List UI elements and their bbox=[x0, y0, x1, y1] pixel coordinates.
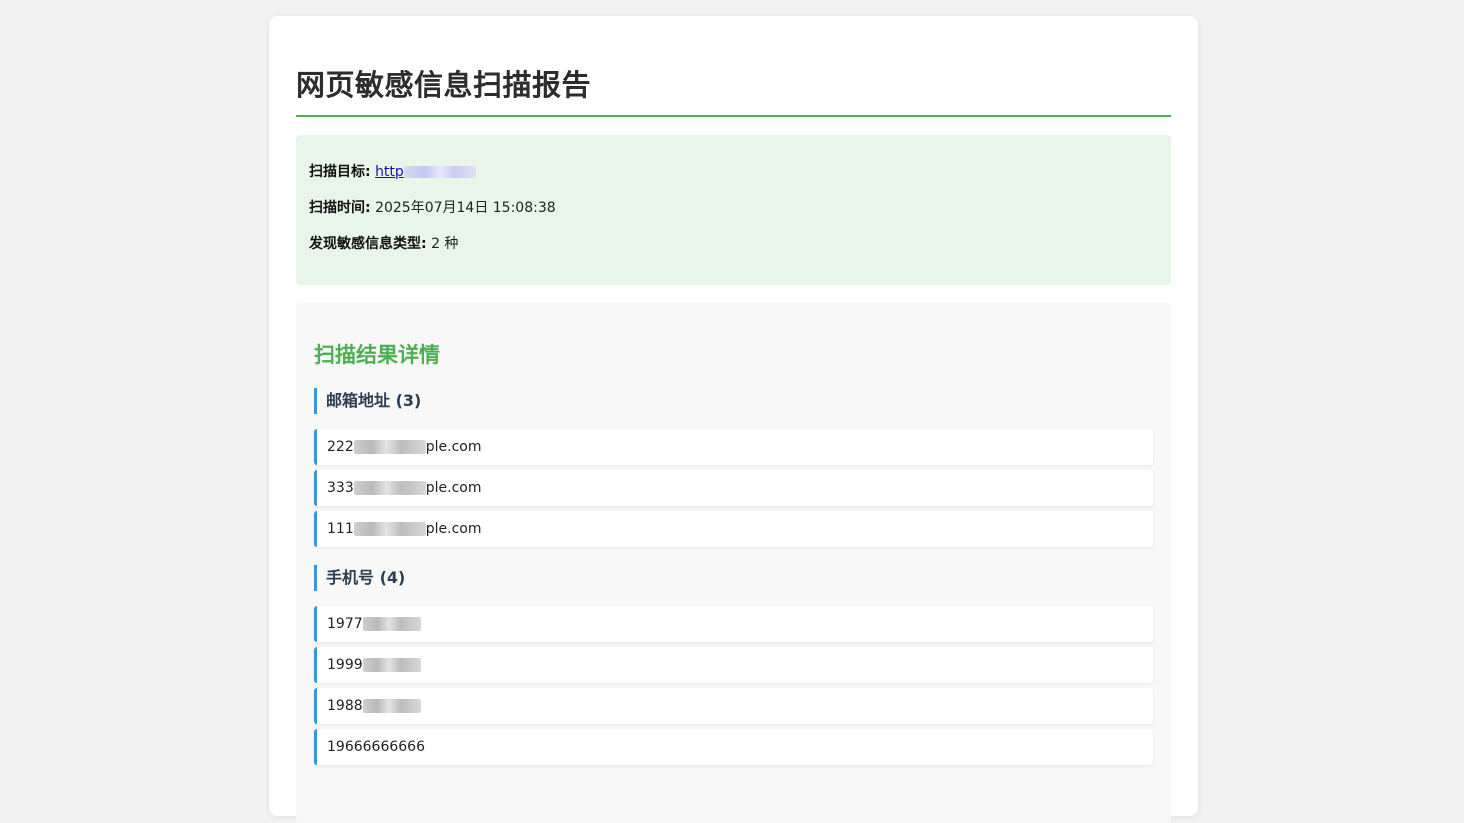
report-card: 网页敏感信息扫描报告 扫描目标: http 扫描时间: 2025年07月14日 … bbox=[269, 16, 1198, 823]
details-title: 扫描结果详情 bbox=[314, 343, 440, 367]
item-suffix: ple.com bbox=[425, 439, 482, 455]
list-item: 19666666666 bbox=[314, 729, 1153, 765]
redacted-block bbox=[362, 658, 421, 672]
summary-time-row: 扫描时间: 2025年07月14日 15:08:38 bbox=[309, 197, 1158, 233]
item-prefix: 19666666666 bbox=[327, 739, 425, 755]
item-suffix: ple.com bbox=[425, 480, 482, 496]
list-item: 1977 bbox=[314, 606, 1153, 642]
time-label: 扫描时间: bbox=[309, 200, 371, 216]
category-phone: 手机号 (4) bbox=[314, 565, 1153, 591]
item-prefix: 333 bbox=[327, 480, 354, 496]
item-suffix: ple.com bbox=[425, 521, 482, 537]
item-prefix: 111 bbox=[327, 521, 354, 537]
list-item: 222 ple.com bbox=[314, 429, 1153, 465]
types-label: 发现敏感信息类型: bbox=[309, 236, 427, 252]
email-list: 222 ple.com 333 ple.com 111 ple.com bbox=[314, 429, 1153, 547]
scan-details: 扫描结果详情 邮箱地址 (3) 222 ple.com 333 ple.com 11… bbox=[296, 303, 1171, 823]
redacted-block bbox=[353, 440, 426, 454]
category-email: 邮箱地址 (3) bbox=[314, 388, 1153, 414]
phone-list: 1977 1999 1988 19666666666 bbox=[314, 606, 1153, 765]
redacted-url-block bbox=[403, 166, 476, 178]
redacted-block bbox=[362, 699, 421, 713]
summary-types-row: 发现敏感信息类型: 2 种 bbox=[309, 233, 1158, 269]
scan-summary: 扫描目标: http 扫描时间: 2025年07月14日 15:08:38 发现… bbox=[296, 135, 1171, 285]
list-item: 333 ple.com bbox=[314, 470, 1153, 506]
summary-target-row: 扫描目标: http bbox=[309, 161, 1158, 197]
list-item: 111 ple.com bbox=[314, 511, 1153, 547]
list-item: 1988 bbox=[314, 688, 1153, 724]
target-label: 扫描目标: bbox=[309, 164, 371, 180]
time-value: 2025年07月14日 15:08:38 bbox=[375, 200, 556, 216]
page-title: 网页敏感信息扫描报告 bbox=[296, 68, 592, 102]
item-prefix: 1988 bbox=[327, 698, 363, 714]
target-link-text: http bbox=[375, 164, 404, 180]
redacted-block bbox=[353, 522, 426, 536]
item-prefix: 1999 bbox=[327, 657, 363, 673]
item-prefix: 222 bbox=[327, 439, 354, 455]
redacted-block bbox=[353, 481, 426, 495]
list-item: 1999 bbox=[314, 647, 1153, 683]
redacted-block bbox=[362, 617, 421, 631]
target-link[interactable]: http bbox=[375, 164, 404, 180]
types-value: 2 种 bbox=[431, 236, 459, 252]
item-prefix: 1977 bbox=[327, 616, 363, 632]
title-divider bbox=[296, 115, 1171, 117]
